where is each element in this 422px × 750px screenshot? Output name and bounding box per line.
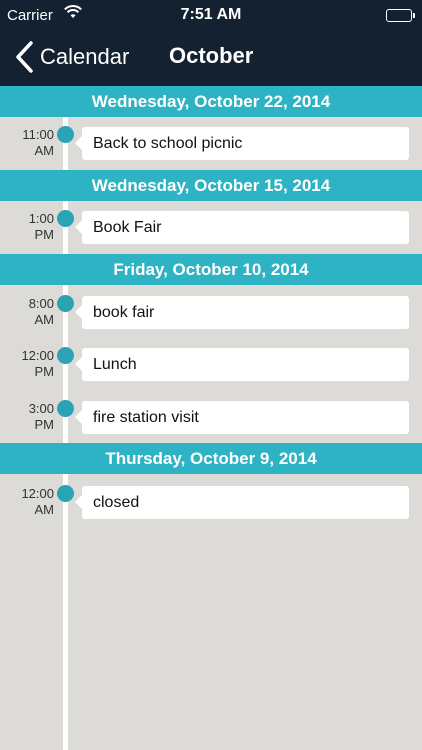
event-time: 8:00 AM <box>28 296 54 327</box>
chevron-left-icon <box>16 41 33 73</box>
event-card[interactable]: Back to school picnic <box>75 127 409 160</box>
event-card[interactable]: Book Fair <box>75 211 409 244</box>
status-bar: Carrier 7:51 AM <box>0 0 422 30</box>
back-label: Calendar <box>40 44 130 69</box>
day-header: Thursday, October 9, 2014 <box>0 443 422 474</box>
timeline-dot <box>57 347 74 364</box>
page-title: October <box>169 43 254 68</box>
timeline-dot <box>57 126 74 143</box>
event-card[interactable]: Lunch <box>75 348 409 381</box>
timeline-dot <box>57 400 74 417</box>
event-card[interactable]: fire station visit <box>75 401 409 434</box>
event-card[interactable]: book fair <box>75 296 409 329</box>
day-header: Friday, October 10, 2014 <box>0 254 422 285</box>
status-time: 7:51 AM <box>180 6 242 23</box>
event-time: 12:00 PM <box>21 348 54 379</box>
day-header: Wednesday, October 22, 2014 <box>0 86 422 117</box>
event-time: 11:00 AM <box>22 127 54 158</box>
event-time: 1:00 PM <box>28 211 54 242</box>
navigation-bar: Carrier 7:51 AM Calendar October <box>0 0 422 86</box>
battery-icon <box>386 9 415 22</box>
timeline-dot <box>57 210 74 227</box>
timeline-dot <box>57 485 74 502</box>
event-time: 12:00 AM <box>21 486 54 517</box>
timeline-dot <box>57 295 74 312</box>
event-card[interactable]: closed <box>75 486 409 519</box>
back-button[interactable]: Calendar <box>14 40 129 74</box>
day-header: Wednesday, October 15, 2014 <box>0 170 422 201</box>
event-time: 3:00 PM <box>28 401 54 432</box>
